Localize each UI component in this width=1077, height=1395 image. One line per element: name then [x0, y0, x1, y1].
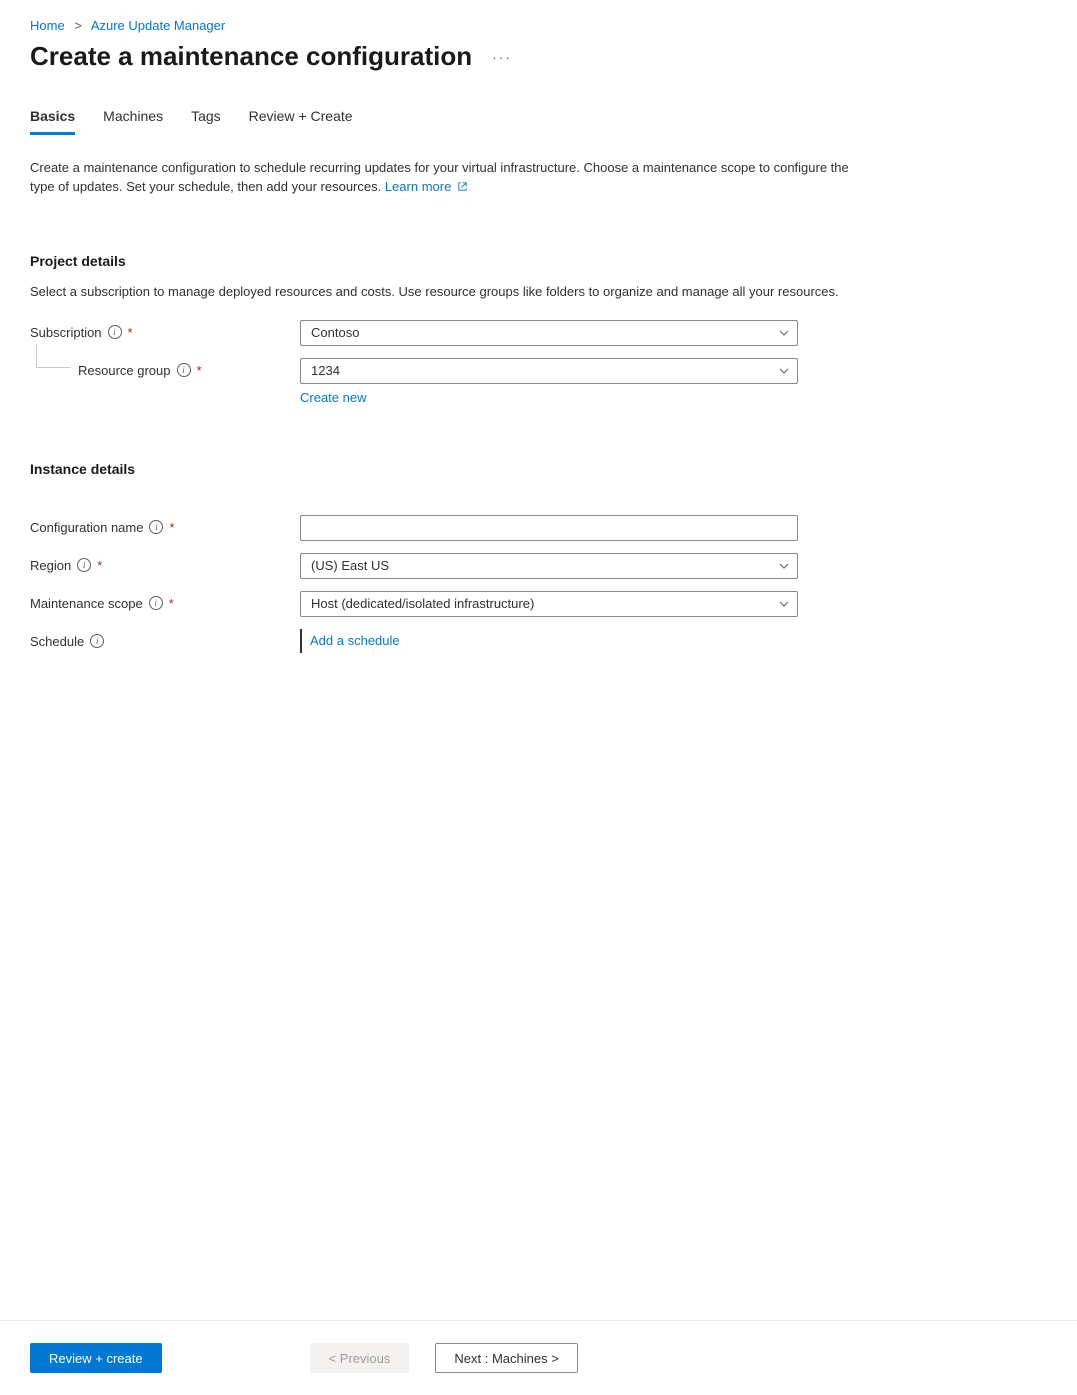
region-select[interactable]: (US) East US: [300, 553, 798, 579]
required-indicator: *: [128, 325, 133, 340]
footer-bar: Review + create < Previous Next : Machin…: [0, 1320, 1077, 1395]
instance-details-heading: Instance details: [30, 461, 1047, 477]
info-icon[interactable]: i: [108, 325, 122, 339]
more-actions-button[interactable]: ···: [488, 45, 516, 69]
intro-text: Create a maintenance configuration to sc…: [30, 159, 850, 197]
tab-tags[interactable]: Tags: [191, 108, 221, 135]
project-details-heading: Project details: [30, 253, 1047, 269]
learn-more-link[interactable]: Learn more: [385, 179, 468, 194]
page-title: Create a maintenance configuration: [30, 41, 472, 72]
project-details-desc: Select a subscription to manage deployed…: [30, 283, 850, 302]
tab-review-create[interactable]: Review + Create: [249, 108, 353, 135]
info-icon[interactable]: i: [90, 634, 104, 648]
required-indicator: *: [169, 520, 174, 535]
review-create-button[interactable]: Review + create: [30, 1343, 162, 1373]
required-indicator: *: [97, 558, 102, 573]
breadcrumb-section[interactable]: Azure Update Manager: [91, 18, 225, 33]
add-schedule-link[interactable]: Add a schedule: [300, 629, 400, 653]
next-button[interactable]: Next : Machines >: [435, 1343, 577, 1373]
breadcrumb-separator: >: [74, 18, 82, 33]
external-link-icon: [457, 181, 468, 192]
breadcrumb: Home > Azure Update Manager: [30, 18, 1047, 33]
maintenance-scope-label: Maintenance scope i *: [30, 591, 300, 611]
configuration-name-input[interactable]: [300, 515, 798, 541]
tab-bar: Basics Machines Tags Review + Create: [30, 108, 1047, 135]
resource-group-label: Resource group i *: [30, 358, 300, 378]
configuration-name-label: Configuration name i *: [30, 515, 300, 535]
create-new-link[interactable]: Create new: [300, 390, 798, 405]
required-indicator: *: [169, 596, 174, 611]
resource-group-select[interactable]: 1234: [300, 358, 798, 384]
tree-elbow-icon: [36, 344, 70, 368]
subscription-select[interactable]: Contoso: [300, 320, 798, 346]
maintenance-scope-select[interactable]: Host (dedicated/isolated infrastructure): [300, 591, 798, 617]
required-indicator: *: [197, 363, 202, 378]
schedule-label: Schedule i: [30, 629, 300, 649]
info-icon[interactable]: i: [177, 363, 191, 377]
previous-button: < Previous: [310, 1343, 410, 1373]
info-icon[interactable]: i: [149, 520, 163, 534]
info-icon[interactable]: i: [77, 558, 91, 572]
tab-machines[interactable]: Machines: [103, 108, 163, 135]
info-icon[interactable]: i: [149, 596, 163, 610]
region-label: Region i *: [30, 553, 300, 573]
tab-basics[interactable]: Basics: [30, 108, 75, 135]
breadcrumb-home[interactable]: Home: [30, 18, 65, 33]
subscription-label: Subscription i *: [30, 320, 300, 340]
